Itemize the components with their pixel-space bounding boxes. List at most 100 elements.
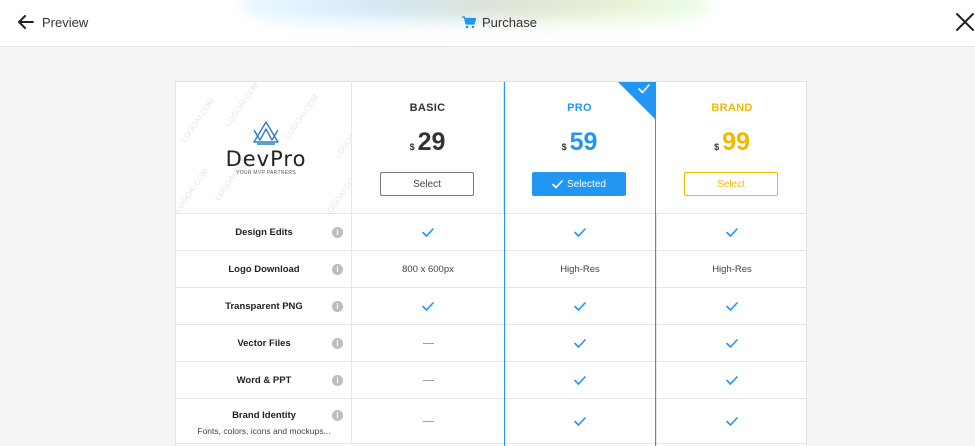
feature-label-cell: Logo Download i [176,251,352,287]
price-amount: 29 [417,128,446,156]
check-icon [726,375,738,385]
feature-label: Word & PPT [236,375,292,386]
watermark-text: LOGOAI.COM [333,112,352,161]
feature-cell [504,325,656,361]
pricing-table: LOGOAI.COM LOGOAI.COM LOGOAI.COM LOGOAI.… [175,81,807,446]
select-brand-button[interactable]: Select [684,172,778,196]
plan-price: $ 99 [656,128,806,156]
close-icon[interactable] [954,11,975,33]
logo-wordmark: DevPro [225,147,307,171]
feature-value: 800 x 600px [402,263,454,275]
feature-label-cell: Transparent PNG i [176,288,352,324]
button-label: Selected [567,178,606,190]
feature-row: Transparent PNG i [176,288,806,325]
feature-cell [504,288,656,324]
currency-symbol: $ [714,142,720,152]
feature-label: Logo Download [228,264,300,275]
feature-label-cell: Word & PPT i [176,362,352,398]
feature-cell [656,325,806,361]
feature-label-cell: Design Edits i [176,214,352,250]
check-icon [552,179,563,188]
check-icon [422,301,434,311]
feature-cell [352,399,504,443]
check-icon [574,375,586,385]
check-icon [726,338,738,348]
feature-row: Word & PPT i [176,362,806,399]
purchase-title: Purchase [462,12,537,32]
plan-basic: BASIC $ 29 Select [352,82,504,214]
feature-cell [656,362,806,398]
preview-button[interactable]: Preview [18,12,88,32]
feature-cell [504,362,656,398]
devpro-logo: DevPro YOUR MVP PARTNERS [216,118,316,176]
feature-label-cell: Vector Files i [176,325,352,361]
currency-symbol: $ [409,142,415,152]
feature-cell [352,325,504,361]
check-icon [726,227,738,237]
feature-cell [504,214,656,250]
check-icon [726,416,738,426]
price-amount: 59 [569,128,598,156]
button-label: Select [413,178,441,190]
check-icon [574,301,586,311]
info-icon[interactable]: i [332,338,343,349]
select-basic-button[interactable]: Select [380,172,474,196]
plan-price: $ 59 [504,128,655,156]
watermark-text: LOGOAI.COM [176,166,211,214]
feature-cell [352,288,504,324]
plan-brand: BRAND $ 99 Select [656,82,806,214]
column-divider [504,214,505,446]
info-icon[interactable]: i [332,301,343,312]
plan-price: $ 29 [352,128,503,156]
plan-name: BASIC [409,102,446,114]
selected-pro-button[interactable]: Selected [532,172,626,196]
info-icon[interactable]: i [332,375,343,386]
watermark-text: LOGOAI.COM [179,96,217,145]
feature-sublabel: Fonts, colors, icons and mockups... [197,426,331,436]
feature-cell [656,288,806,324]
check-icon [422,227,434,237]
check-icon [574,416,586,426]
info-icon[interactable]: i [332,264,343,275]
feature-cell [656,399,806,443]
feature-label-cell: Brand Identity Fonts, colors, icons and m… [176,399,352,443]
info-icon[interactable]: i [332,410,343,421]
check-icon [574,227,586,237]
watermark-text: LOGOAI.COM [323,170,352,214]
feature-cell [352,214,504,250]
plan-name: BRAND [711,102,753,114]
feature-label: Brand Identity [232,410,296,421]
feature-label: Vector Files [237,338,291,349]
feature-cell: High-Res [656,251,806,287]
check-icon [726,301,738,311]
feature-cell [504,399,656,443]
check-icon [574,338,586,348]
feature-cell: 800 x 600px [352,251,504,287]
feature-row: Design Edits i [176,214,806,251]
arrow-left-icon [18,15,34,29]
feature-cell [656,214,806,250]
crown-icon [253,121,279,145]
feature-row: Brand Identity Fonts, colors, icons and m… [176,399,806,444]
button-label: Select [717,178,745,190]
feature-label: Transparent PNG [225,301,303,312]
column-divider [656,214,657,446]
feature-row: Vector Files i [176,325,806,362]
info-icon[interactable]: i [332,227,343,238]
feature-cell: High-Res [504,251,656,287]
feature-value: High-Res [560,263,600,275]
dash-icon [422,379,434,381]
purchase-label: Purchase [482,14,537,30]
plan-name: PRO [567,102,592,114]
logo-preview: LOGOAI.COM LOGOAI.COM LOGOAI.COM LOGOAI.… [176,82,352,214]
cart-icon [462,15,476,28]
feature-row: Logo Download i 800 x 600px High-Res High-Re… [176,251,806,288]
price-amount: 99 [722,128,750,156]
dash-icon [422,420,434,422]
feature-cell [352,362,504,398]
plan-pro: PRO $ 59 Selected [504,82,656,214]
currency-symbol: $ [561,142,567,152]
top-bar: Preview Purchase [0,0,975,47]
preview-label: Preview [42,14,89,30]
feature-value: High-Res [712,263,752,275]
